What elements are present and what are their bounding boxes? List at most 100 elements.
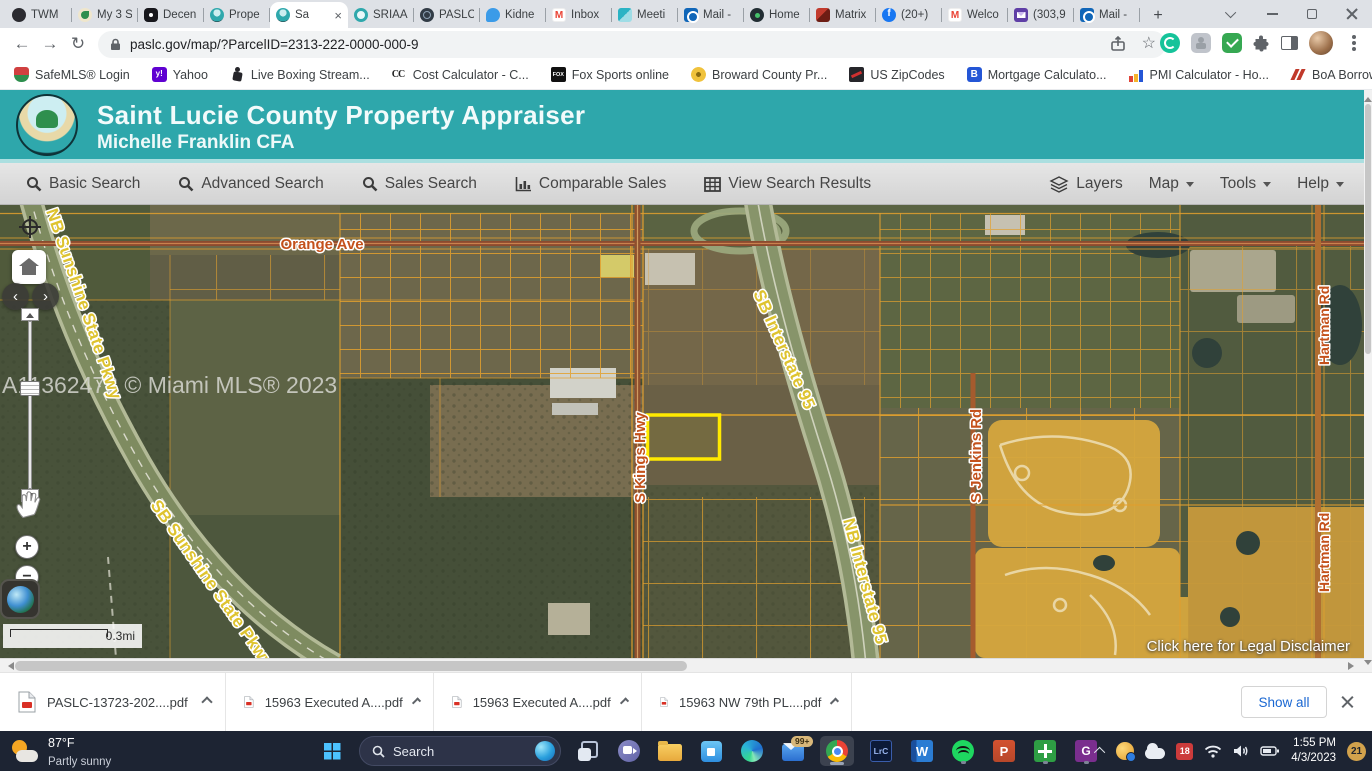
wifi-icon[interactable] [1204, 744, 1222, 758]
map-globe-button[interactable] [0, 579, 40, 619]
browser-tab-mail2[interactable]: Mail - [1074, 2, 1140, 28]
taskbar-weather-widget[interactable]: 87°FPartly sunny [10, 734, 111, 770]
nav-basic-search[interactable]: Basic Search [26, 175, 140, 193]
browser-tab-welcome[interactable]: Welco [942, 2, 1008, 28]
browser-tab-kidney[interactable]: Kidne [480, 2, 546, 28]
store-button[interactable] [697, 737, 725, 765]
gray-extension-icon[interactable] [1191, 33, 1211, 53]
vertical-scroll-thumb[interactable] [1365, 104, 1371, 354]
chevron-up-icon[interactable] [201, 696, 212, 707]
browser-tab-home[interactable]: Home [744, 2, 810, 28]
tray-quickbooks-icon[interactable] [1116, 742, 1134, 760]
browser-tab-inbox[interactable]: Inbox [546, 2, 612, 28]
url-text[interactable]: paslc.gov/map/?ParcelID=2313-222-0000-00… [130, 37, 419, 52]
window-close-button[interactable] [1332, 0, 1372, 28]
map-zoom-slider-handle[interactable] [20, 381, 40, 396]
bookmark-boxing[interactable]: Live Boxing Stream... [230, 67, 370, 82]
bookmark-zipcodes[interactable]: US ZipCodes [849, 67, 944, 82]
map-back-button[interactable]: ‹ [2, 283, 29, 310]
scroll-left-icon[interactable] [4, 662, 14, 670]
lightroom-button[interactable]: LrC [867, 737, 895, 765]
bookmark-pmi[interactable]: PMI Calculator - Ho... [1129, 67, 1269, 82]
onedrive-cloud-icon[interactable] [1145, 748, 1165, 759]
bookmark-yahoo[interactable]: Yahoo [152, 67, 208, 82]
close-downloads-bar-icon[interactable] [1341, 696, 1354, 709]
download-item-2[interactable]: 15963 Executed A....pdf [226, 673, 434, 731]
nav-comparable-sales[interactable]: Comparable Sales [515, 175, 667, 193]
browser-tab-prope[interactable]: Prope [204, 2, 270, 28]
nav-map-dropdown[interactable]: Map [1149, 175, 1194, 193]
volume-icon[interactable] [1233, 744, 1249, 758]
bookmark-mortgage[interactable]: Mortgage Calculato... [967, 67, 1107, 82]
browser-tab-mail1[interactable]: Mail - [678, 2, 744, 28]
legal-disclaimer-link[interactable]: Click here for Legal Disclaimer [1147, 638, 1350, 655]
teams-chat-button[interactable] [615, 737, 643, 765]
side-panel-icon[interactable] [1281, 36, 1298, 50]
battery-icon[interactable] [1260, 745, 1280, 757]
grammarly-extension-icon[interactable] [1160, 33, 1180, 53]
horizontal-scroll-thumb[interactable] [15, 661, 687, 671]
forward-icon[interactable]: → [36, 34, 64, 54]
download-item-3[interactable]: 15963 Executed A....pdf [434, 673, 642, 731]
browser-tab-decen[interactable]: Decen [138, 2, 204, 28]
tab-close-icon[interactable]: × [334, 9, 342, 22]
chevron-up-icon[interactable] [830, 698, 839, 707]
map-zoom-in-button[interactable]: + [15, 535, 39, 559]
bookmark-fox-sports[interactable]: Fox Sports online [551, 67, 669, 82]
download-item-1[interactable]: PASLC-13723-202....pdf [0, 673, 226, 731]
bookmark-star-icon[interactable]: ☆ [1142, 36, 1156, 52]
bookmark-safemls[interactable]: SafeMLS® Login [14, 67, 130, 82]
window-maximize-button[interactable] [1292, 0, 1332, 28]
window-minimize-button[interactable] [1252, 0, 1292, 28]
county-seal-logo[interactable] [16, 94, 78, 156]
nav-advanced-search[interactable]: Advanced Search [178, 175, 323, 193]
reload-icon[interactable]: ↻ [64, 34, 92, 54]
edge-button[interactable] [738, 737, 766, 765]
address-bar[interactable]: paslc.gov/map/?ParcelID=2313-222-0000-00… [98, 31, 1166, 58]
tray-badge-app-icon[interactable]: 18 [1176, 743, 1193, 760]
new-tab-button[interactable]: + [1146, 4, 1170, 28]
browser-tab-facebook[interactable]: (20+) [876, 2, 942, 28]
file-explorer-button[interactable] [656, 737, 684, 765]
start-button[interactable] [318, 737, 346, 765]
map-zoom-slider-track[interactable] [28, 321, 32, 489]
horizontal-scrollbar[interactable] [0, 658, 1364, 672]
mail-button[interactable]: 99+ [779, 737, 807, 765]
back-icon[interactable]: ← [8, 34, 36, 54]
show-all-downloads-button[interactable]: Show all [1241, 686, 1327, 718]
puzzle-extensions-icon[interactable] [1253, 35, 1270, 52]
taskbar-search-box[interactable]: Search [359, 736, 561, 766]
word-button[interactable]: W [908, 737, 936, 765]
chevron-up-icon[interactable] [412, 697, 421, 706]
scroll-down-icon[interactable] [1364, 660, 1372, 669]
spotify-button[interactable] [949, 737, 977, 765]
browser-tab-paslc[interactable]: PASLC [414, 2, 480, 28]
vertical-scrollbar[interactable] [1364, 90, 1372, 672]
bookmark-boa[interactable]: BoA Borrower Portal [1291, 67, 1372, 82]
tab-search-chevron-icon[interactable] [1212, 0, 1252, 28]
download-item-4[interactable]: 15963 NW 79th PL....pdf [642, 673, 852, 731]
notification-badge[interactable]: 21 [1347, 742, 1366, 761]
profile-avatar[interactable] [1309, 31, 1333, 55]
browser-tab-meeting[interactable]: Meeti [612, 2, 678, 28]
task-view-button[interactable] [574, 737, 602, 765]
browser-menu-icon[interactable] [1352, 41, 1356, 45]
nav-view-search-results[interactable]: View Search Results [704, 175, 871, 193]
nav-sales-search[interactable]: Sales Search [362, 175, 477, 193]
bookmark-broward[interactable]: Broward County Pr... [691, 67, 827, 82]
browser-tab-sriaa[interactable]: SRIAA [348, 2, 414, 28]
browser-tab-active-saint-lucie[interactable]: Sa× [270, 2, 348, 28]
taskbar-clock[interactable]: 1:55 PM 4/3/2023 [1291, 736, 1336, 766]
browser-tab-matrix[interactable]: Matrix [810, 2, 876, 28]
nav-tools-dropdown[interactable]: Tools [1220, 175, 1271, 193]
map-home-button[interactable] [12, 250, 46, 284]
checkmark-extension-icon[interactable] [1222, 33, 1242, 53]
map-zoom-slider-up-button[interactable] [21, 308, 39, 321]
share-icon[interactable] [1110, 36, 1126, 52]
highlighted-parcel[interactable] [648, 415, 720, 459]
powerpoint-button[interactable]: P [990, 737, 1018, 765]
scroll-right-icon[interactable] [1348, 662, 1358, 670]
chrome-button-active[interactable] [820, 736, 854, 766]
browser-tab-twm[interactable]: TWM [6, 2, 72, 28]
browser-tab-303[interactable]: (303,9 [1008, 2, 1074, 28]
